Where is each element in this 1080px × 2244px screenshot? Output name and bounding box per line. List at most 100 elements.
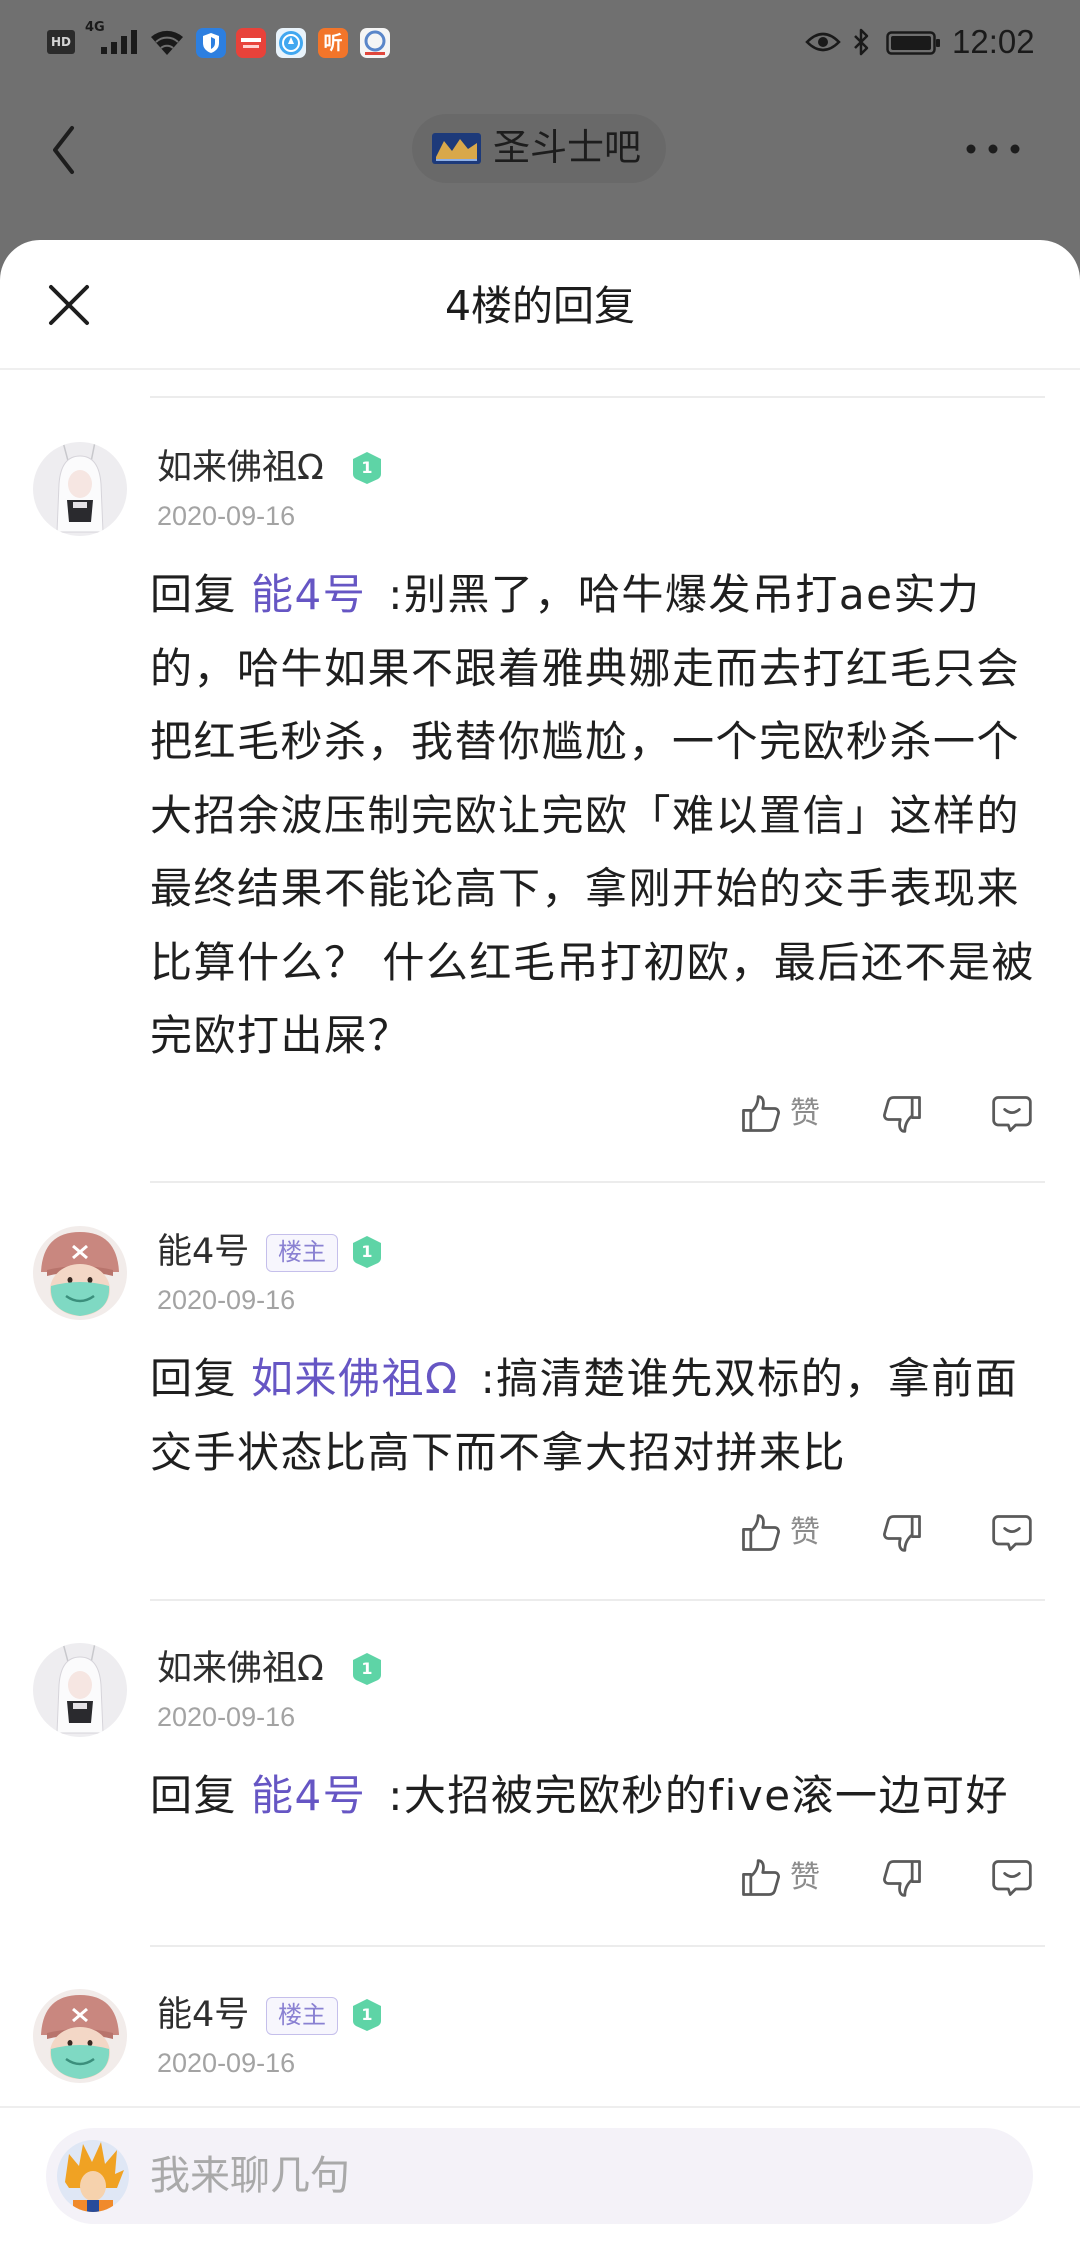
forum-title-pill[interactable]: 圣斗士吧: [412, 114, 666, 183]
reply-input-placeholder: 我来聊几句: [150, 2153, 350, 2199]
op-badge: 楼主: [266, 1234, 338, 1272]
reply-item: 能4号 楼主 1 2020-09-16: [0, 1989, 1080, 2083]
reply-button[interactable]: [990, 1856, 1034, 1900]
like-label[interactable]: 赞: [790, 1511, 820, 1555]
reply-to-link[interactable]: 能4号: [251, 1771, 366, 1820]
divider: [150, 1599, 1045, 1601]
reply-input-bar: 我来聊几句: [0, 2106, 1080, 2244]
like-button[interactable]: [738, 1511, 782, 1555]
reply-button[interactable]: [990, 1511, 1034, 1555]
like-button[interactable]: [738, 1092, 782, 1136]
listen-app-icon: 听: [318, 28, 348, 58]
post-date: 2020-09-16: [157, 1702, 296, 1732]
reply-sheet: 4楼的回复 如来佛祖Ω 1 2020-09-16 回复 能4号:别黑了，哈牛爆发吊…: [0, 240, 1080, 2244]
author-name[interactable]: 能4号: [157, 1995, 249, 2035]
reply-prefix: 回复: [150, 1771, 238, 1820]
op-badge: 楼主: [266, 1997, 338, 2035]
reply-prefix: 回复: [150, 570, 238, 619]
like-label[interactable]: 赞: [790, 1856, 820, 1900]
avatar[interactable]: [33, 1226, 127, 1320]
reply-item: 如来佛祖Ω 1 2020-09-16 回复 能4号 :大招被完欧秒的five滚一边可…: [0, 1643, 1080, 1947]
author-name[interactable]: 如来佛祖Ω: [157, 448, 324, 488]
signal-icon: [101, 30, 137, 54]
red-app-icon: [236, 28, 266, 58]
thumbs-up-icon: [742, 1859, 780, 1896]
thumbs-down-icon: [883, 1860, 921, 1897]
shield-app-icon: [196, 28, 226, 58]
wifi-icon: [149, 28, 185, 56]
more-button[interactable]: [955, 131, 1031, 167]
chevron-left-icon: [50, 124, 78, 176]
reply-item: 如来佛祖Ω 1 2020-09-16 回复 能4号:别黑了，哈牛爆发吊打ae实力 …: [0, 442, 1080, 1183]
level-number: 1: [361, 2005, 373, 2024]
circle-app-icon: [360, 28, 390, 58]
bluetooth-icon: [852, 27, 870, 57]
dislike-button[interactable]: [881, 1092, 925, 1136]
comment-body[interactable]: 回复 能4号 :别黑了，哈牛爆发吊打ae实力 的，哈牛如果不跟着雅典娜走而去打红毛只…: [150, 558, 1070, 1073]
reply-input[interactable]: 我来聊几句: [46, 2128, 1033, 2224]
dislike-button[interactable]: [881, 1511, 925, 1555]
thumbs-up-icon: [742, 1095, 780, 1132]
back-button[interactable]: [46, 122, 82, 178]
dislike-button[interactable]: [881, 1856, 925, 1900]
action-row: 赞: [0, 1856, 1080, 1900]
divider: [150, 396, 1045, 398]
level-badge: 1: [349, 1234, 385, 1270]
reply-bubble-icon: [992, 1860, 1032, 1896]
sheet-title: 4楼的回复: [444, 282, 636, 330]
battery-icon: [886, 31, 942, 55]
thumbs-up-icon: [742, 1514, 780, 1551]
listen-app-glyph: 听: [323, 32, 343, 54]
comment-line: 回复 能4号 :别黑了，哈牛爆发吊打ae实力: [150, 558, 1070, 632]
reply-prefix: 回复: [150, 1354, 238, 1403]
reply-to-link[interactable]: 能4号: [251, 570, 366, 619]
comment-text: :搞清楚谁先双标的，拿前面: [480, 1354, 1019, 1403]
avatar[interactable]: [33, 1643, 127, 1737]
author-name[interactable]: 能4号: [157, 1232, 249, 1272]
comment-body[interactable]: 回复 如来佛祖Ω:搞清楚谁先双标的，拿前面 交手状态比高下而不拿大招对拼来比: [150, 1342, 1070, 1489]
post-date: 2020-09-16: [157, 2048, 296, 2078]
reply-to-link[interactable]: 如来佛祖Ω: [251, 1354, 459, 1403]
sheet-header-divider: [0, 368, 1080, 370]
level-badge: 1: [349, 450, 385, 486]
thumbs-down-icon: [883, 1515, 921, 1552]
comment-line: 的，哈牛如果不跟着雅典娜走而去打红毛只会: [150, 643, 1021, 693]
divider: [150, 1945, 1045, 1947]
level-number: 1: [361, 1242, 373, 1261]
eye-icon: [805, 30, 841, 54]
level-badge: 1: [349, 1997, 385, 2033]
author-name[interactable]: 如来佛祖Ω: [157, 1649, 324, 1689]
like-label[interactable]: 赞: [790, 1092, 820, 1136]
divider: [150, 1181, 1045, 1183]
forum-title: 圣斗士吧: [493, 126, 641, 169]
reply-button[interactable]: [990, 1092, 1034, 1136]
comment-line: 最终结果不能论高下，拿刚开始的交手表现来: [150, 864, 1021, 913]
comment-line: 回复 如来佛祖Ω :搞清楚谁先双标的，拿前面: [150, 1342, 1070, 1416]
like-button[interactable]: [738, 1856, 782, 1900]
comment-line: 大招余波压制完欧让完欧「难以置信」这样的: [150, 790, 1021, 840]
level-badge: 1: [349, 1651, 385, 1687]
action-row: 赞: [0, 1092, 1080, 1136]
my-avatar: [57, 2140, 129, 2212]
top-nav: 圣斗士吧: [0, 86, 1080, 240]
post-date: 2020-09-16: [157, 1285, 296, 1315]
compass-app-icon: [276, 28, 306, 58]
comment-line: 完欧打出屎？: [150, 1011, 412, 1060]
avatar[interactable]: [33, 1989, 127, 2083]
comment-text: :别黑了，哈牛爆发吊打ae实力: [388, 570, 981, 619]
thumbs-down-icon: [883, 1096, 921, 1133]
comment-text: :大招被完欧秒的five滚一边可好: [388, 1771, 1010, 1820]
level-number: 1: [361, 1659, 373, 1678]
comment-body[interactable]: 回复 能4号 :大招被完欧秒的five滚一边可好: [150, 1759, 1070, 1833]
action-row: 赞: [0, 1511, 1080, 1555]
clock-time: 12:02: [952, 23, 1035, 60]
hd-badge: HD: [47, 30, 75, 54]
more-dots-icon: [965, 141, 1021, 157]
status-bar: HD 4G 听 12:02: [0, 0, 1080, 86]
comment-line: 把红毛秒杀，我替你尴尬，一个完欧秒杀一个: [150, 717, 1021, 766]
comment-line: 回复 能4号 :大招被完欧秒的five滚一边可好: [150, 1759, 1070, 1833]
avatar[interactable]: [33, 442, 127, 536]
level-number: 1: [361, 458, 373, 477]
reply-bubble-icon: [992, 1096, 1032, 1132]
reply-item: 能4号 楼主 1 2020-09-16 回复 如来佛祖Ω :搞清楚谁先双标的，拿前面…: [0, 1226, 1080, 1601]
